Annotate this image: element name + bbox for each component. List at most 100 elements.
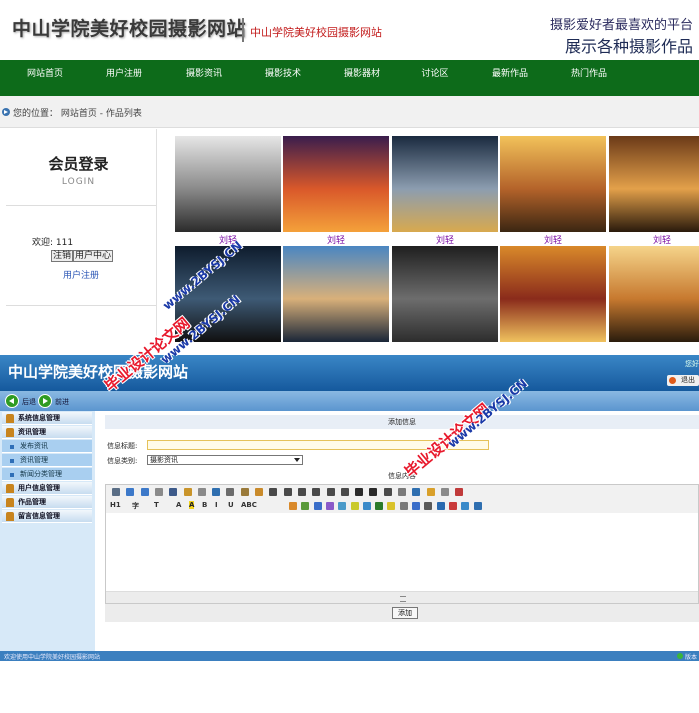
admin-menu-item[interactable]: 作品管理 bbox=[2, 496, 92, 509]
editor-insert-icon[interactable] bbox=[350, 502, 359, 510]
photo-thumbnail[interactable] bbox=[609, 246, 699, 342]
nav-technique[interactable]: 摄影技术 bbox=[247, 60, 319, 96]
editor-tool-icon[interactable] bbox=[412, 488, 421, 496]
photo-thumbnail[interactable] bbox=[500, 136, 606, 232]
back-label[interactable]: 后退 bbox=[22, 397, 36, 407]
forward-arrow-icon[interactable] bbox=[38, 394, 52, 408]
editor-insert-icon[interactable] bbox=[387, 502, 396, 510]
photo-thumbnail[interactable] bbox=[609, 136, 699, 232]
editor-tool-icon[interactable] bbox=[455, 488, 464, 496]
forward-label[interactable]: 前进 bbox=[55, 397, 69, 407]
editor-tool-icon[interactable] bbox=[197, 488, 206, 496]
editor-insert-icon[interactable] bbox=[473, 502, 482, 510]
photo-image bbox=[609, 136, 699, 232]
editor-tool-icon[interactable] bbox=[369, 488, 378, 496]
editor-resize-handle[interactable] bbox=[106, 591, 698, 603]
photo-author-link[interactable]: 刘轻 bbox=[392, 233, 498, 246]
editor-tool-icon[interactable] bbox=[283, 488, 292, 496]
admin-menu-item[interactable]: 用户信息管理 bbox=[2, 482, 92, 495]
editor-tool-icon[interactable] bbox=[426, 488, 435, 496]
editor-insert-icon[interactable] bbox=[424, 502, 433, 510]
admin-logout-button[interactable]: 退出 bbox=[667, 375, 699, 386]
add-button[interactable]: 添加 bbox=[392, 607, 418, 619]
user-center-button[interactable]: 用户中心 bbox=[73, 250, 114, 262]
editor-insert-icon[interactable] bbox=[412, 502, 420, 510]
admin-menu-item[interactable]: 资讯管理 bbox=[2, 426, 92, 439]
photo-thumbnail[interactable] bbox=[283, 246, 389, 342]
editor-tool-icon[interactable] bbox=[440, 488, 449, 496]
editor-insert-icon[interactable] bbox=[399, 502, 408, 510]
editor-tool-icon[interactable] bbox=[126, 488, 135, 496]
editor-content-area[interactable] bbox=[106, 513, 698, 591]
editor-format-button[interactable]: I bbox=[215, 501, 218, 509]
admin-menu-item[interactable]: 资讯管理 bbox=[2, 454, 92, 467]
nav-latest-works[interactable]: 最新作品 bbox=[474, 60, 546, 96]
editor-format-button[interactable]: A bbox=[176, 501, 181, 509]
photo-thumbnail[interactable] bbox=[392, 246, 498, 342]
content-label: 信息内容 bbox=[388, 472, 416, 480]
nav-register[interactable]: 用户注册 bbox=[88, 60, 160, 96]
back-arrow-icon[interactable] bbox=[5, 394, 19, 408]
site-logo[interactable]: 中山学院美好校园摄影网站 bbox=[12, 14, 246, 41]
editor-format-button[interactable]: B bbox=[202, 501, 207, 509]
photo-author-link[interactable]: 刘轻 bbox=[500, 233, 606, 246]
admin-menu-item[interactable]: 系统信息管理 bbox=[2, 412, 92, 425]
editor-tool-icon[interactable] bbox=[212, 488, 221, 496]
nav-news[interactable]: 摄影资讯 bbox=[168, 60, 240, 96]
nav-home[interactable]: 网站首页 bbox=[10, 60, 80, 96]
photo-thumbnail[interactable] bbox=[283, 136, 389, 232]
editor-tool-icon[interactable] bbox=[355, 488, 364, 496]
editor-insert-icon[interactable] bbox=[289, 502, 297, 510]
editor-tool-icon[interactable] bbox=[297, 488, 306, 496]
form-header: 添加信息 bbox=[105, 415, 699, 429]
editor-tool-icon[interactable] bbox=[383, 488, 392, 496]
editor-tool-icon[interactable] bbox=[240, 488, 249, 496]
editor-tool-icon[interactable] bbox=[326, 488, 335, 496]
site-logo-subtitle: 中山学院美好校园摄影网站 bbox=[250, 26, 382, 39]
editor-tool-icon[interactable] bbox=[183, 488, 192, 496]
editor-tool-icon[interactable] bbox=[398, 488, 406, 496]
editor-insert-icon[interactable] bbox=[436, 502, 445, 510]
site-header: 中山学院美好校园摄影网站 中山学院美好校园摄影网站 摄影爱好者最喜欢的平台 展示… bbox=[0, 0, 699, 60]
admin-footer: 欢迎使用中山学院美好校园摄影网站 版本 bbox=[0, 651, 699, 661]
nav-hot-works[interactable]: 热门作品 bbox=[553, 60, 625, 96]
editor-tool-icon[interactable] bbox=[312, 488, 321, 496]
editor-format-button[interactable]: A bbox=[189, 501, 195, 509]
admin-menu-item[interactable]: 新闻分类管理 bbox=[2, 468, 92, 481]
photo-thumbnail[interactable] bbox=[500, 246, 606, 342]
editor-insert-icon[interactable] bbox=[461, 502, 470, 510]
category-select[interactable]: 摄影资讯 bbox=[147, 455, 303, 465]
editor-tool-icon[interactable] bbox=[255, 488, 263, 496]
editor-format-button[interactable]: ABC bbox=[241, 501, 257, 509]
logout-button[interactable]: 注销 bbox=[51, 250, 74, 262]
editor-tool-icon[interactable] bbox=[226, 488, 235, 496]
editor-insert-icon[interactable] bbox=[301, 502, 310, 510]
admin-menu-item[interactable]: 留言信息管理 bbox=[2, 510, 92, 523]
editor-insert-icon[interactable] bbox=[338, 502, 347, 510]
editor-format-button[interactable]: T bbox=[154, 501, 159, 509]
register-link[interactable]: 用户注册 bbox=[63, 268, 99, 281]
editor-format-button[interactable]: H1 bbox=[110, 501, 121, 509]
editor-insert-icon[interactable] bbox=[325, 502, 334, 510]
photo-author-link[interactable]: 刘轻 bbox=[609, 233, 699, 246]
breadcrumb: 您的位置： 网站首页 - 作品列表 bbox=[13, 109, 142, 119]
editor-format-button[interactable]: 字 bbox=[132, 501, 139, 511]
editor-tool-icon[interactable] bbox=[140, 488, 149, 496]
editor-insert-icon[interactable] bbox=[313, 502, 322, 510]
admin-menu-item[interactable]: 发布资讯 bbox=[2, 440, 92, 453]
photo-image bbox=[283, 246, 389, 342]
nav-forum[interactable]: 讨论区 bbox=[399, 60, 471, 96]
editor-format-button[interactable]: U bbox=[228, 501, 234, 509]
photo-author-link[interactable]: 刘轻 bbox=[283, 233, 389, 246]
editor-tool-icon[interactable] bbox=[269, 488, 278, 496]
editor-insert-icon[interactable] bbox=[362, 502, 371, 510]
photo-thumbnail[interactable] bbox=[392, 136, 498, 232]
photo-thumbnail[interactable] bbox=[175, 136, 281, 232]
nav-equipment[interactable]: 摄影器材 bbox=[326, 60, 398, 96]
editor-tool-icon[interactable] bbox=[154, 488, 163, 496]
editor-tool-icon[interactable] bbox=[112, 488, 120, 496]
editor-insert-icon[interactable] bbox=[448, 502, 457, 510]
editor-tool-icon[interactable] bbox=[340, 488, 349, 496]
editor-tool-icon[interactable] bbox=[169, 488, 178, 496]
editor-insert-icon[interactable] bbox=[375, 502, 384, 510]
